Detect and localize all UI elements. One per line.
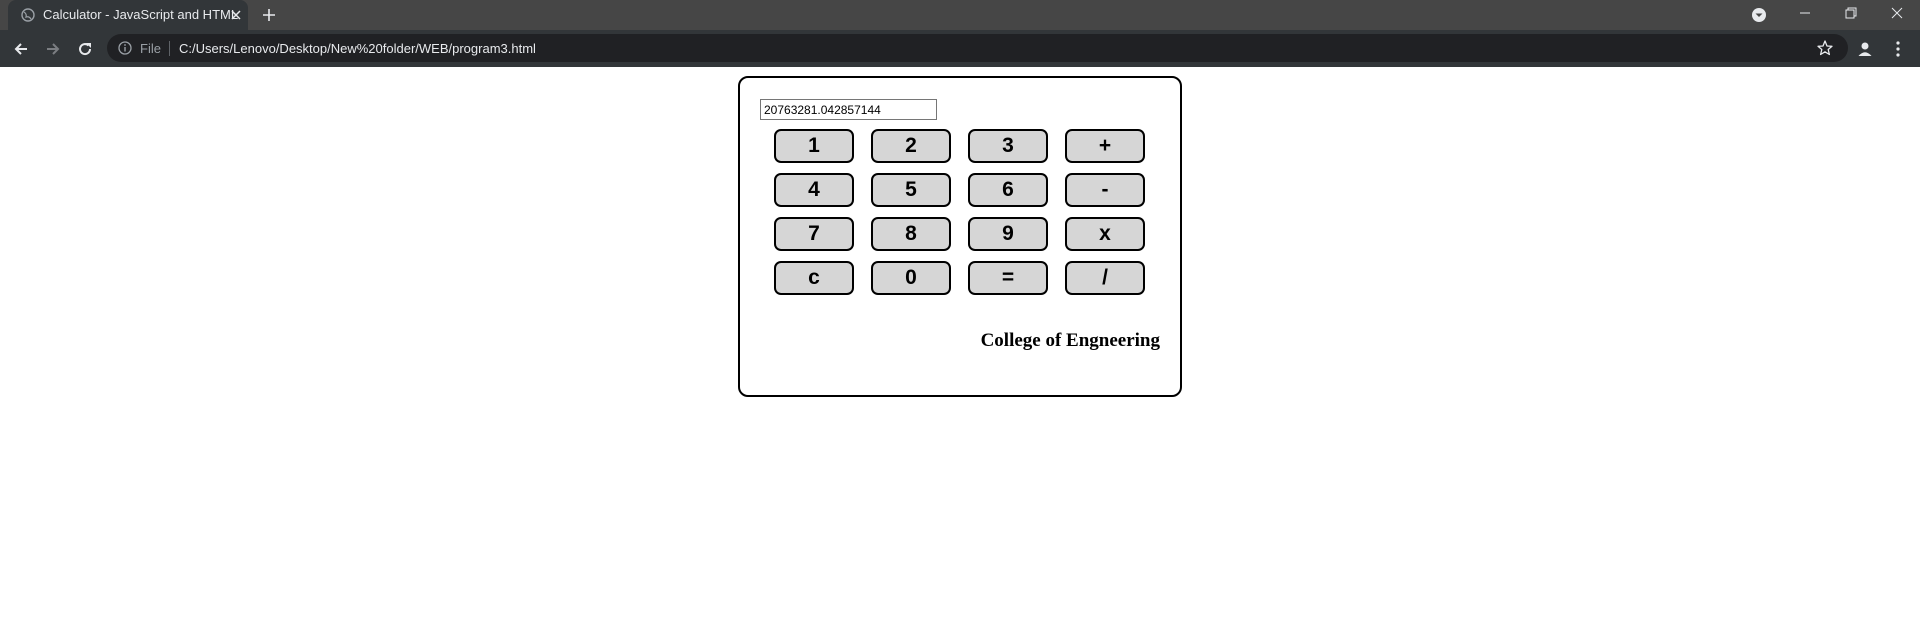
tab-title: Calculator - JavaScript and HTML — [43, 7, 239, 22]
key-9-button[interactable]: 9 — [968, 217, 1048, 251]
reload-icon[interactable] — [75, 39, 95, 59]
key-2-button[interactable]: 2 — [871, 129, 951, 163]
browser-toolbar: File C:/Users/Lenovo/Desktop/New%20folde… — [0, 30, 1920, 67]
key-4-button[interactable]: 4 — [774, 173, 854, 207]
equals-button[interactable]: = — [968, 261, 1048, 295]
arrow-left-icon[interactable] — [11, 39, 31, 59]
close-window-icon[interactable] — [1874, 0, 1920, 26]
clear-button[interactable]: c — [774, 261, 854, 295]
info-icon[interactable] — [118, 41, 132, 55]
minus-button[interactable]: - — [1065, 173, 1145, 207]
college-name: College of Engneering — [980, 330, 1160, 351]
address-bar[interactable]: File C:/Users/Lenovo/Desktop/New%20folde… — [107, 34, 1848, 62]
star-icon[interactable] — [1816, 39, 1834, 57]
divide-button[interactable]: / — [1065, 261, 1145, 295]
key-7-button[interactable]: 7 — [774, 217, 854, 251]
calculator-display[interactable] — [760, 99, 937, 120]
multiply-button[interactable]: x — [1065, 217, 1145, 251]
key-3-button[interactable]: 3 — [968, 129, 1048, 163]
omnibox-divider — [169, 41, 170, 56]
browser-titlebar: Calculator - JavaScript and HTML — [0, 0, 1920, 30]
account-icon[interactable] — [1855, 39, 1875, 59]
browser-tab[interactable]: Calculator - JavaScript and HTML — [8, 0, 248, 30]
scheme-label: File — [140, 41, 161, 56]
chevron-down-icon[interactable] — [1750, 6, 1768, 24]
key-1-button[interactable]: 1 — [774, 129, 854, 163]
close-icon[interactable] — [226, 5, 246, 25]
key-5-button[interactable]: 5 — [871, 173, 951, 207]
plus-icon[interactable] — [259, 5, 279, 25]
key-6-button[interactable]: 6 — [968, 173, 1048, 207]
url-text[interactable]: C:/Users/Lenovo/Desktop/New%20folder/WEB… — [179, 41, 536, 56]
plus-button[interactable]: + — [1065, 129, 1145, 163]
kebab-menu-icon[interactable] — [1888, 39, 1908, 59]
key-8-button[interactable]: 8 — [871, 217, 951, 251]
globe-icon — [21, 8, 35, 22]
calculator-panel: 1 2 3 + 4 5 6 - 7 8 9 x c 0 = / College … — [738, 76, 1182, 397]
key-0-button[interactable]: 0 — [871, 261, 951, 295]
restore-icon[interactable] — [1828, 0, 1874, 26]
minimize-icon[interactable] — [1782, 0, 1828, 26]
arrow-right-icon[interactable] — [43, 39, 63, 59]
